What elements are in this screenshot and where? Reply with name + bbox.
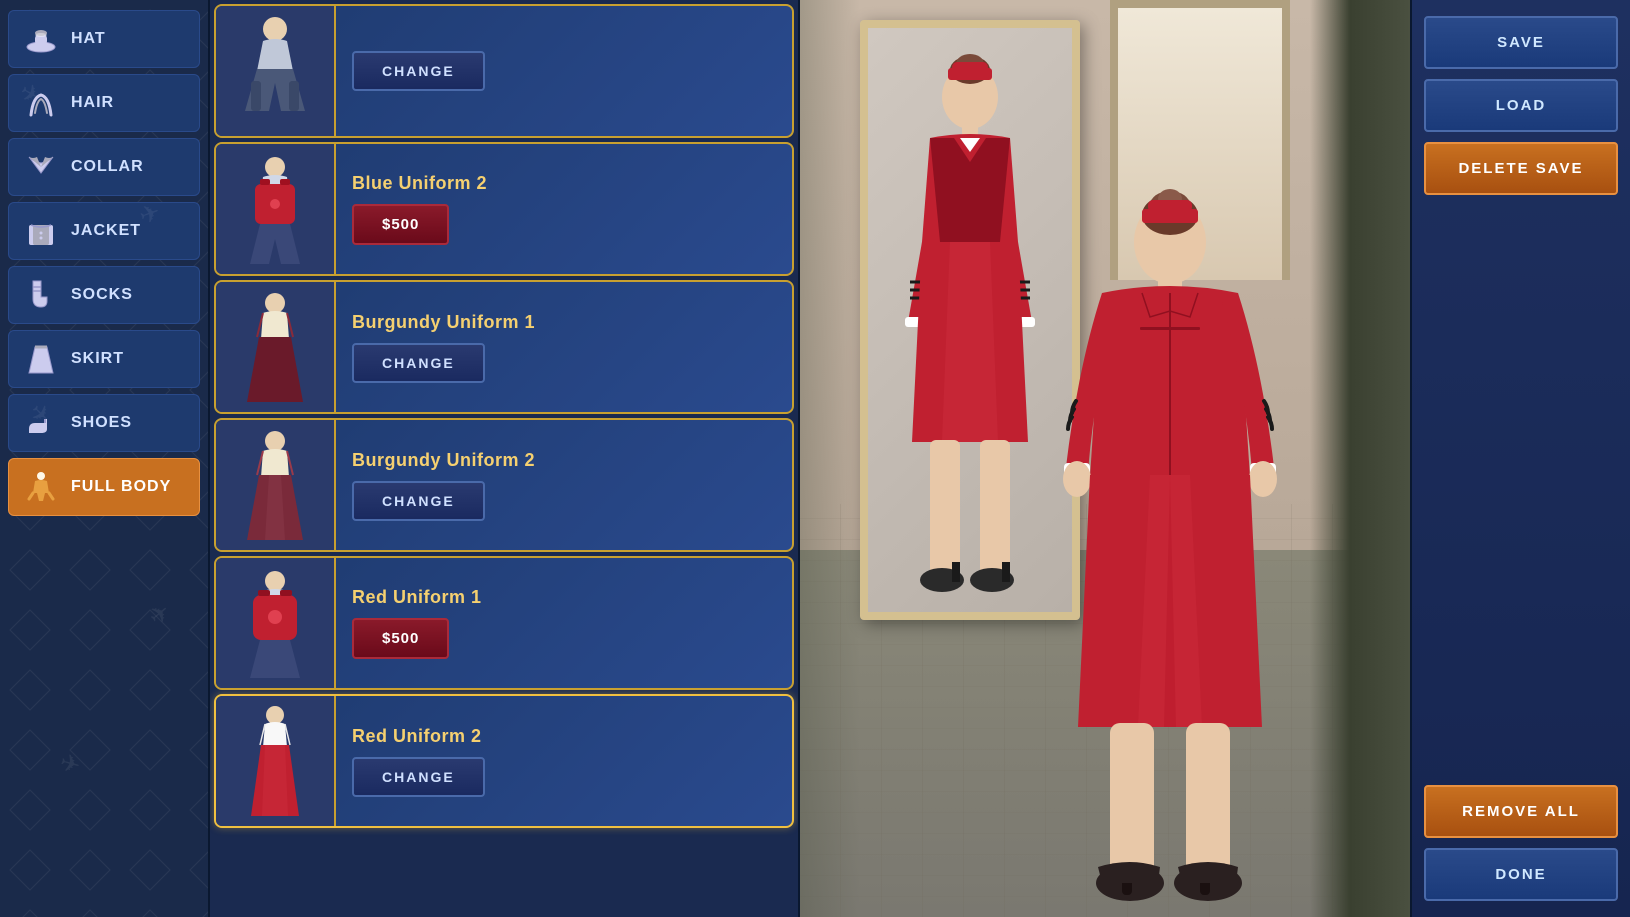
change-button-burgundy-1[interactable]: CHANGE <box>352 343 485 383</box>
sidebar-item-hair[interactable]: Hair <box>8 74 200 132</box>
full-body-icon <box>23 469 59 505</box>
outfit-card-blue-2: Blue Uniform 2 $500 <box>214 142 794 276</box>
sidebar-item-socks[interactable]: Socks <box>8 266 200 324</box>
change-button-0[interactable]: CHANGE <box>352 51 485 91</box>
sidebar-item-skirt[interactable]: Skirt <box>8 330 200 388</box>
socks-icon <box>23 277 59 313</box>
jacket-icon <box>23 213 59 249</box>
right-spacer <box>1424 205 1618 775</box>
collar-icon <box>23 149 59 185</box>
outfit-info-red-1: Red Uniform 1 $500 <box>336 575 792 671</box>
outfit-info-burgundy-2: Burgundy Uniform 2 CHANGE <box>336 438 792 533</box>
sidebar-item-jacket[interactable]: Jacket <box>8 202 200 260</box>
outfit-thumbnail-red-2 <box>216 696 336 826</box>
outfit-info-burgundy-1: Burgundy Uniform 1 CHANGE <box>336 300 792 395</box>
hair-label: Hair <box>71 94 114 112</box>
sidebar: ✈ ✈ ✈ ✈ ✈ Hat Hair <box>0 0 210 917</box>
outfit-info-blue-2: Blue Uniform 2 $500 <box>336 161 792 257</box>
full-body-label: Full Body <box>71 478 171 496</box>
deco-plane: ✈ <box>143 597 177 632</box>
outfit-name-red-1: Red Uniform 1 <box>352 587 482 608</box>
outfit-thumbnail-0 <box>216 6 336 136</box>
right-panel: SAVE LOAD DELETE SAVE REMOVE ALL DONE <box>1410 0 1630 917</box>
outfit-info-red-2: Red Uniform 2 CHANGE <box>336 714 792 809</box>
remove-all-button[interactable]: REMOVE ALL <box>1424 785 1618 838</box>
outfit-card-burgundy-1: Burgundy Uniform 1 CHANGE <box>214 280 794 414</box>
preview-area <box>800 0 1410 917</box>
outfit-thumbnail-burgundy-2 <box>216 420 336 550</box>
done-button[interactable]: DONE <box>1424 848 1618 901</box>
jacket-label: Jacket <box>71 222 141 240</box>
hair-icon <box>23 85 59 121</box>
outfit-name-burgundy-2: Burgundy Uniform 2 <box>352 450 535 471</box>
outfit-thumbnail-burgundy-1 <box>216 282 336 412</box>
outfit-card-0: CHANGE <box>214 4 794 138</box>
items-panel: CHANGE Blue Uniform 2 $500 <box>210 0 800 917</box>
skirt-icon <box>23 341 59 377</box>
skirt-label: Skirt <box>71 350 124 368</box>
character-main <box>1030 167 1310 917</box>
load-button[interactable]: LOAD <box>1424 79 1618 132</box>
outfit-name-red-2: Red Uniform 2 <box>352 726 482 747</box>
outfit-card-red-2: Red Uniform 2 CHANGE <box>214 694 794 828</box>
shoes-icon <box>23 405 59 441</box>
sidebar-item-full-body[interactable]: Full Body <box>8 458 200 516</box>
socks-label: Socks <box>71 286 133 304</box>
change-button-red-2[interactable]: CHANGE <box>352 757 485 797</box>
outfit-thumbnail-red-1 <box>216 558 336 688</box>
deco-plane: ✈ <box>57 748 84 781</box>
sidebar-item-shoes[interactable]: Shoes <box>8 394 200 452</box>
hat-icon <box>23 21 59 57</box>
outfit-card-burgundy-2: Burgundy Uniform 2 CHANGE <box>214 418 794 552</box>
price-button-red-1[interactable]: $500 <box>352 618 449 659</box>
outfit-card-red-1: Red Uniform 1 $500 <box>214 556 794 690</box>
outfit-thumbnail-blue-2 <box>216 144 336 274</box>
sidebar-item-collar[interactable]: Collar <box>8 138 200 196</box>
price-button-blue-2[interactable]: $500 <box>352 204 449 245</box>
delete-save-button[interactable]: DELETE SAVE <box>1424 142 1618 195</box>
hat-label: Hat <box>71 30 106 48</box>
sidebar-item-hat[interactable]: Hat <box>8 10 200 68</box>
outfit-name-burgundy-1: Burgundy Uniform 1 <box>352 312 535 333</box>
collar-label: Collar <box>71 158 144 176</box>
outfit-info-0: CHANGE <box>336 39 792 103</box>
shoes-label: Shoes <box>71 414 132 432</box>
change-button-burgundy-2[interactable]: CHANGE <box>352 481 485 521</box>
outfit-name-blue-2: Blue Uniform 2 <box>352 173 487 194</box>
save-button[interactable]: SAVE <box>1424 16 1618 69</box>
